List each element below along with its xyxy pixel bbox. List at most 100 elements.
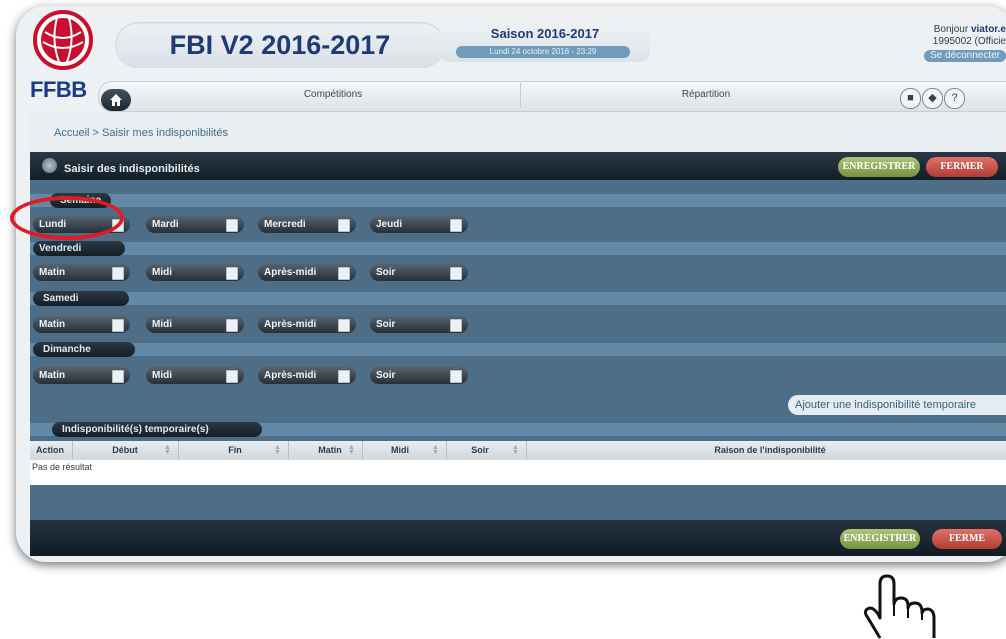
section-bar-vendredi xyxy=(30,242,1006,255)
samedi-slot-soir[interactable]: Soir xyxy=(370,316,468,333)
panel-icon xyxy=(42,158,57,173)
nav-icons: ■ ◆? xyxy=(900,88,966,109)
table-header: Action Début ▲ ▼ Fin ▲ ▼ Matin ▲ ▼ Midi ▲ ▼ … xyxy=(30,441,1006,460)
panel-title: Saisir des indisponibilités xyxy=(64,163,200,175)
chat-icon[interactable]: ■ xyxy=(900,88,921,109)
username: viator.e xyxy=(970,24,1006,35)
vendredi-slot-soir[interactable]: Soir xyxy=(370,264,468,281)
app-title-pill: FBI V2 2016-2017 xyxy=(115,22,445,68)
sort-icon[interactable]: ▲ ▼ xyxy=(512,444,519,456)
nav-divider xyxy=(520,83,521,108)
logout-button[interactable]: Se déconnecter xyxy=(923,50,1006,62)
checkbox[interactable] xyxy=(112,267,124,280)
day-label-mercredi: Mercredi xyxy=(264,219,306,230)
samedi-slot-matin[interactable]: Matin xyxy=(33,316,130,333)
slot-label: Après-midi xyxy=(264,267,317,278)
section-bar-samedi xyxy=(30,292,1006,305)
sort-icon[interactable]: ▲ ▼ xyxy=(274,444,281,456)
checkbox[interactable] xyxy=(450,219,462,232)
checkbox[interactable] xyxy=(338,319,350,332)
user-box: Bonjour viator.e 1995002 (Officie Se déc… xyxy=(923,24,1006,62)
sort-icon[interactable]: ▲ ▼ xyxy=(348,444,355,456)
col-fin[interactable]: Fin xyxy=(200,441,270,460)
checkbox[interactable] xyxy=(112,370,124,383)
checkbox[interactable] xyxy=(226,319,238,332)
section-label-vendredi: Vendredi xyxy=(33,241,125,256)
dimanche-slot-soir[interactable]: Soir xyxy=(370,367,468,384)
day-label-mardi: Mardi xyxy=(152,219,179,230)
season-date: Lundi 24 octobre 2016 - 23:29 xyxy=(456,46,630,58)
vendredi-slot-matin[interactable]: Matin xyxy=(33,264,130,281)
user-id: 1995002 (Officie xyxy=(932,36,1006,47)
sort-icon[interactable]: ▲ ▼ xyxy=(164,444,171,456)
slot-label: Soir xyxy=(376,267,396,278)
vendredi-slot-midi[interactable]: Midi xyxy=(146,264,244,281)
checkbox[interactable] xyxy=(338,219,350,232)
greeting: Bonjour xyxy=(933,24,971,35)
col-divider xyxy=(288,441,289,460)
col-divider xyxy=(446,441,447,460)
dimanche-slot-apres-midi[interactable]: Après-midi xyxy=(258,367,356,384)
day-label-jeudi: Jeudi xyxy=(376,219,403,230)
col-raison[interactable]: Raison de l'indisponibilité xyxy=(530,441,1006,460)
col-soir[interactable]: Soir xyxy=(455,441,505,460)
checkbox[interactable] xyxy=(450,370,462,383)
section-label-samedi: Samedi xyxy=(33,291,129,306)
checkbox[interactable] xyxy=(226,370,238,383)
checkbox[interactable] xyxy=(450,267,462,280)
col-divider xyxy=(178,441,179,460)
logo-text: FFBB xyxy=(30,77,87,102)
vendredi-slot-apres-midi[interactable]: Après-midi xyxy=(258,264,356,281)
season-title: Saison 2016-2017 xyxy=(490,26,600,41)
checkbox[interactable] xyxy=(112,319,124,332)
help-icon[interactable]: ? xyxy=(944,88,965,109)
slot-label: Matin xyxy=(39,267,66,278)
home-icon xyxy=(110,94,122,106)
section-label-temp: Indisponibilité(s) temporaire(s) xyxy=(52,422,262,437)
home-button[interactable] xyxy=(101,89,131,111)
day-toggle-mercredi[interactable]: Mercredi xyxy=(258,216,356,233)
sort-icon[interactable]: ▲ ▼ xyxy=(432,444,439,456)
checkbox[interactable] xyxy=(226,267,238,280)
col-debut[interactable]: Début xyxy=(90,441,160,460)
checkbox[interactable] xyxy=(226,219,238,232)
day-toggle-jeudi[interactable]: Jeudi xyxy=(370,216,468,233)
empty-message: Pas de résultat xyxy=(32,462,93,472)
highlight-circle xyxy=(10,196,124,240)
dimanche-slot-matin[interactable]: Matin xyxy=(33,367,130,384)
checkbox[interactable] xyxy=(338,267,350,280)
col-action: Action xyxy=(36,445,64,455)
add-temporary-button[interactable]: Ajouter une indisponibilité temporaire xyxy=(788,395,1006,415)
ffbb-logo xyxy=(33,10,93,70)
slot-label: Soir xyxy=(376,370,396,381)
save-button-bottom[interactable]: ENREGISTRER xyxy=(840,529,920,549)
tag-icon[interactable]: ◆ xyxy=(922,88,943,109)
close-button-top[interactable]: FERMER xyxy=(926,157,998,177)
dimanche-slot-midi[interactable]: Midi xyxy=(146,367,244,384)
slot-label: Midi xyxy=(152,267,172,278)
checkbox[interactable] xyxy=(450,319,462,332)
slot-label: Midi xyxy=(152,370,172,381)
app-title: FBI V2 2016-2017 xyxy=(169,30,391,60)
day-toggle-mardi[interactable]: Mardi xyxy=(146,216,244,233)
slot-label: Après-midi xyxy=(264,370,317,381)
slot-label: Midi xyxy=(152,319,172,330)
nav-item-repartition[interactable]: Répartition xyxy=(566,89,846,100)
slot-label: Soir xyxy=(376,319,396,330)
temp-table: Action Début ▲ ▼ Fin ▲ ▼ Matin ▲ ▼ Midi ▲ ▼ … xyxy=(30,441,1006,485)
samedi-slot-apres-midi[interactable]: Après-midi xyxy=(258,316,356,333)
samedi-slot-midi[interactable]: Midi xyxy=(146,316,244,333)
save-button-top[interactable]: ENREGISTRER xyxy=(838,157,920,177)
season-box: Saison 2016-2017 Lundi 24 octobre 2016 -… xyxy=(440,22,650,62)
slot-label: Matin xyxy=(39,319,66,330)
col-midi[interactable]: Midi xyxy=(370,441,430,460)
checkbox[interactable] xyxy=(338,370,350,383)
close-button-bottom[interactable]: FERME xyxy=(932,529,1002,549)
section-label-dimanche: Dimanche xyxy=(33,342,135,357)
slot-label: Après-midi xyxy=(264,319,317,330)
breadcrumb[interactable]: Accueil > Saisir mes indisponibilités xyxy=(54,127,228,139)
nav-item-competitions[interactable]: Compétitions xyxy=(193,89,473,100)
col-divider xyxy=(362,441,363,460)
section-bar-dimanche xyxy=(30,343,1006,356)
slot-label: Matin xyxy=(39,370,66,381)
